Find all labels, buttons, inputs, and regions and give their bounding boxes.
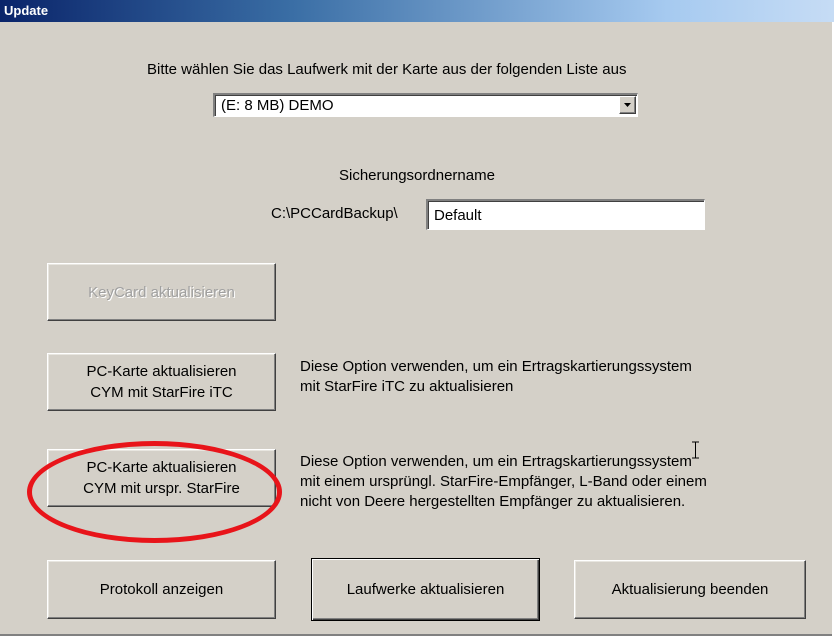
itc-description-line: Diese Option verwenden, um ein Ertragska… (300, 358, 692, 375)
drive-prompt-label: Bitte wählen Sie das Laufwerk mit der Ka… (147, 61, 627, 78)
keycard-update-button[interactable]: KeyCard aktualisieren (47, 263, 276, 321)
drive-select-arrow-button[interactable] (619, 96, 636, 114)
pc-card-update-original-label-2: CYM mit urspr. StarFire (83, 480, 240, 497)
pc-card-update-itc-label-1: PC-Karte aktualisieren (86, 363, 237, 380)
pc-card-update-original-label-1: PC-Karte aktualisieren (86, 459, 237, 476)
window-title: Update (0, 0, 834, 22)
pc-card-update-itc-button[interactable]: PC-Karte aktualisieren CYM mit StarFire … (47, 353, 276, 411)
original-description-line: Diese Option verwenden, um ein Ertragska… (300, 453, 692, 470)
backup-folder-input[interactable] (426, 199, 705, 230)
original-description-line: mit einem ursprüngl. StarFire-Empfänger,… (300, 473, 707, 490)
update-drives-button[interactable]: Laufwerke aktualisieren (311, 558, 540, 621)
backup-folder-heading: Sicherungsordnername (339, 167, 495, 184)
pc-card-update-itc-label-2: CYM mit StarFire iTC (90, 384, 233, 401)
itc-option-description: Diese Option verwenden, um ein Ertragska… (300, 357, 692, 397)
backup-path-prefix: C:\PCCardBackup\ (271, 205, 398, 222)
finish-update-button[interactable]: Aktualisierung beenden (574, 560, 806, 619)
itc-description-line: mit StarFire iTC zu aktualisieren (300, 378, 514, 395)
pc-card-update-original-starfire-button[interactable]: PC-Karte aktualisieren CYM mit urspr. St… (47, 449, 276, 507)
update-dialog: Update Bitte wählen Sie das Laufwerk mit… (0, 0, 834, 636)
text-cursor-icon (691, 441, 700, 464)
original-starfire-option-description: Diese Option verwenden, um ein Ertragska… (300, 452, 707, 512)
chevron-down-icon (624, 103, 631, 107)
drive-select-value: (E: 8 MB) DEMO (221, 97, 334, 114)
original-description-line: nicht von Deere hergestellten Empfänger … (300, 493, 686, 510)
show-log-button[interactable]: Protokoll anzeigen (47, 560, 276, 619)
drive-select[interactable]: (E: 8 MB) DEMO (213, 93, 638, 117)
